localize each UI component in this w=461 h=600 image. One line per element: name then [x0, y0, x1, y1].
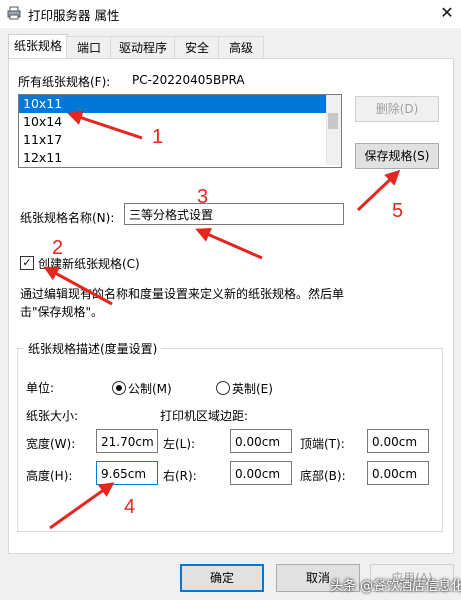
annotation-number-5: 5 [392, 200, 404, 222]
arrow-2 [43, 266, 113, 306]
annotation-arrows [43, 110, 401, 530]
annotation-number-3: 3 [197, 186, 209, 208]
watermark: 头条 @餐饮酒店信息化 [330, 579, 461, 594]
arrow-4 [49, 482, 115, 530]
annotation-number-4: 4 [124, 496, 136, 518]
arrow-3 [195, 227, 263, 260]
arrow-1 [67, 110, 143, 140]
annotation-number-1: 1 [152, 126, 164, 148]
annotation-number-2: 2 [52, 237, 64, 259]
